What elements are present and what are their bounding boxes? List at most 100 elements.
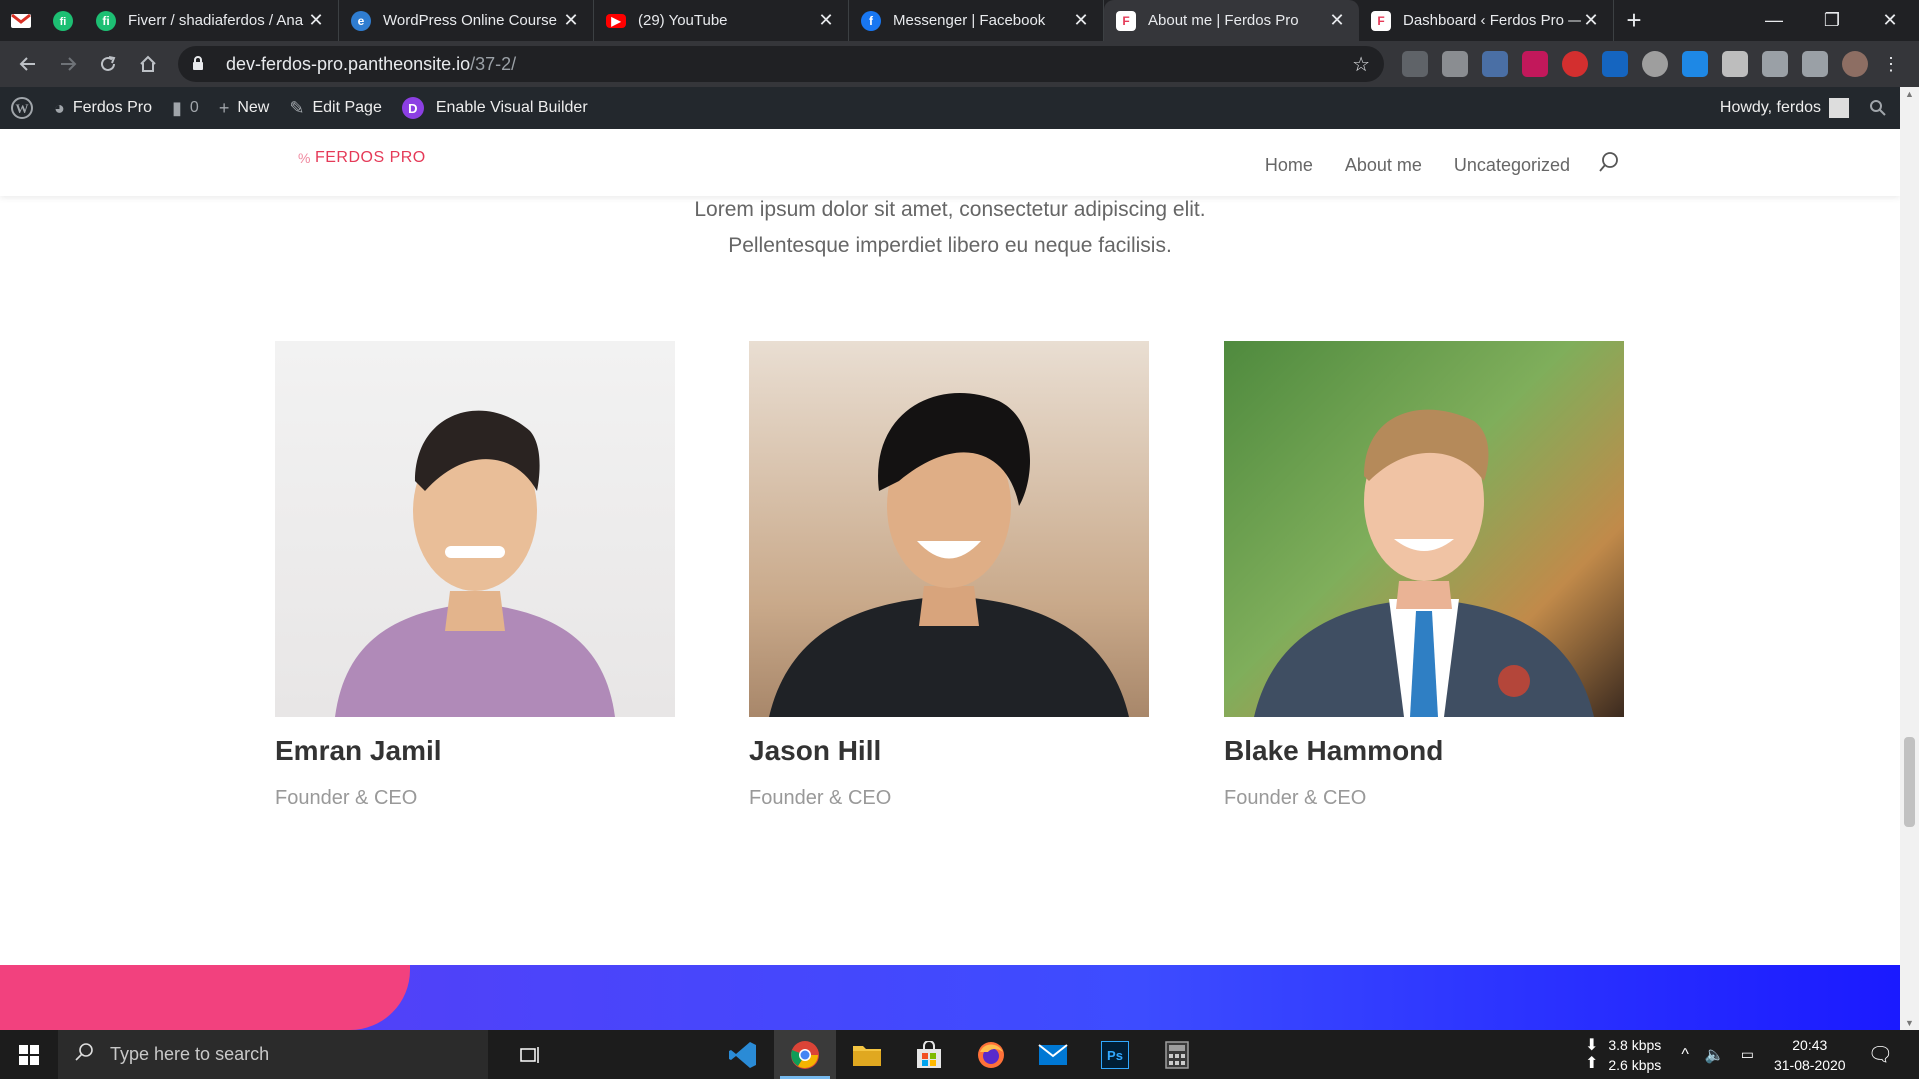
back-button[interactable] [8, 41, 48, 87]
tab-title: WordPress Online Course [383, 12, 557, 29]
address-bar[interactable]: dev-ferdos-pro.pantheonsite.io/37-2/ ☆ [178, 46, 1384, 82]
extension-icon[interactable] [1482, 51, 1508, 77]
team-member-role: Founder & CEO [749, 787, 892, 809]
divi-icon: D [401, 97, 424, 119]
forward-button[interactable] [48, 41, 88, 87]
tab-title: (29) YouTube [638, 12, 728, 29]
extension-icon[interactable] [1722, 51, 1748, 77]
page-scrollbar[interactable]: ▲ ▼ [1900, 87, 1919, 1030]
taskbar-vscode[interactable] [712, 1030, 774, 1079]
divi-visual-builder[interactable]: D Enable Visual Builder [392, 87, 598, 129]
extension-icon[interactable] [1522, 51, 1548, 77]
extension-icon[interactable] [1602, 51, 1628, 77]
tab-dashboard[interactable]: F Dashboard ‹ Ferdos Pro — ✕ [1359, 0, 1614, 41]
youtube-icon: ▶ [606, 13, 626, 28]
taskbar-photoshop[interactable]: Ps [1084, 1030, 1146, 1079]
pinned-tab-fiverr[interactable]: fi [42, 0, 84, 41]
tab-fiverr[interactable]: fi Fiverr / shadiaferdos / Ana ✕ [84, 0, 339, 41]
profile-avatar[interactable] [1842, 51, 1868, 77]
task-view-button[interactable] [500, 1030, 562, 1079]
extensions-area: ⋮ [1395, 41, 1900, 87]
reading-list-icon[interactable] [1802, 51, 1828, 77]
extension-icon[interactable] [1642, 51, 1668, 77]
pinned-tab-gmail[interactable] [0, 0, 42, 41]
net-up: 2.6 kbps [1608, 1056, 1662, 1073]
tab-title: Messenger | Facebook [893, 12, 1046, 29]
tab-close-icon[interactable]: ✕ [1581, 10, 1601, 31]
minimize-button[interactable]: — [1745, 0, 1803, 41]
comments-count: 0 [189, 99, 199, 116]
site-logo[interactable]: % FERDOS PRO [298, 149, 426, 167]
tab-close-icon[interactable]: ✕ [306, 10, 326, 31]
main-nav: Home About me Uncategorized [1233, 151, 1620, 179]
logo-mark-icon: % [298, 150, 311, 166]
new-tab-button[interactable]: + [1614, 5, 1654, 36]
tab-close-icon[interactable]: ✕ [561, 10, 581, 31]
extension-icon[interactable] [1562, 51, 1588, 77]
tab-close-icon[interactable]: ✕ [1071, 10, 1091, 31]
tab-messenger[interactable]: f Messenger | Facebook ✕ [849, 0, 1104, 41]
search-icon [1870, 100, 1886, 116]
extension-icon[interactable] [1682, 51, 1708, 77]
wp-my-account[interactable]: Howdy, ferdos [1710, 87, 1859, 129]
extension-icon[interactable] [1402, 51, 1428, 77]
scroll-up-arrow-icon[interactable]: ▲ [1900, 89, 1919, 99]
comment-icon: ▮ [172, 97, 182, 118]
search-icon[interactable] [1598, 151, 1620, 179]
network-icon[interactable]: ▭ [1741, 1046, 1754, 1063]
nav-uncategorized[interactable]: Uncategorized [1454, 155, 1570, 176]
reload-icon [101, 56, 116, 71]
close-window-button[interactable]: ✕ [1861, 0, 1919, 41]
taskbar-file-explorer[interactable] [836, 1030, 898, 1079]
team-member-name: Jason Hill [749, 735, 882, 766]
restore-button[interactable]: ❐ [1803, 0, 1861, 41]
wp-new-content[interactable]: + New [209, 87, 280, 129]
search-icon [74, 1042, 94, 1068]
taskbar-store[interactable] [898, 1030, 960, 1079]
scrollbar-thumb[interactable] [1904, 737, 1915, 827]
svg-text:fi: fi [60, 16, 67, 28]
taskbar-mail[interactable] [1022, 1030, 1084, 1079]
taskbar-search[interactable]: Type here to search [58, 1030, 488, 1079]
intro-line: Lorem ipsum dolor sit amet, consectetur … [694, 198, 1206, 221]
clock[interactable]: 20:43 31-08-2020 [1774, 1035, 1846, 1075]
forward-arrow-icon [61, 57, 77, 71]
bookmark-star-icon[interactable]: ☆ [1352, 52, 1370, 77]
wp-site-name[interactable]: ◕ Ferdos Pro [44, 87, 162, 129]
tab-title: Fiverr / shadiaferdos / Ana [128, 12, 304, 29]
lock-icon [192, 55, 212, 73]
extension-icon[interactable] [1442, 51, 1468, 77]
puzzle-icon[interactable] [1762, 51, 1788, 77]
start-button[interactable] [0, 1030, 58, 1079]
gmail-icon [11, 13, 31, 28]
wordpress-icon: e [351, 10, 371, 31]
tab-wordpress-course[interactable]: e WordPress Online Course ✕ [339, 0, 594, 41]
tab-about-me[interactable]: F About me | Ferdos Pro ✕ [1104, 0, 1359, 41]
windows-taskbar: Type here to search Ps ⬇ ⬆ 3.8 kbps 2.6 … [0, 1030, 1919, 1079]
edit-page-label: Edit Page [312, 99, 382, 116]
tab-close-icon[interactable]: ✕ [816, 10, 836, 31]
taskbar-calculator[interactable] [1146, 1030, 1208, 1079]
scroll-down-arrow-icon[interactable]: ▼ [1900, 1018, 1919, 1028]
team-member-photo [1224, 341, 1624, 717]
tab-close-icon[interactable]: ✕ [1327, 10, 1347, 31]
team-member-name: Emran Jamil [275, 735, 442, 766]
svg-text:W: W [16, 101, 29, 116]
folder-icon [853, 1045, 881, 1066]
url-path: /37-2/ [470, 53, 517, 74]
tab-youtube[interactable]: ▶ (29) YouTube ✕ [594, 0, 849, 41]
footer-pink-shape [0, 965, 410, 1030]
notifications-icon[interactable]: 🗨 [1868, 1042, 1893, 1067]
wp-logo-menu[interactable]: W [0, 87, 44, 129]
nav-home[interactable]: Home [1265, 155, 1313, 176]
reload-button[interactable] [88, 41, 128, 87]
volume-icon[interactable]: 🔈 [1705, 1045, 1725, 1065]
wp-comments[interactable]: ▮ 0 [162, 87, 209, 129]
home-button[interactable] [128, 41, 168, 87]
taskbar-firefox[interactable] [960, 1030, 1022, 1079]
menu-dots-icon[interactable]: ⋮ [1882, 51, 1900, 77]
chevron-up-icon[interactable]: ^ [1681, 1046, 1689, 1064]
taskbar-chrome[interactable] [774, 1030, 836, 1079]
wp-edit-page[interactable]: ✎ Edit Page [279, 87, 391, 129]
nav-about-me[interactable]: About me [1345, 155, 1422, 176]
